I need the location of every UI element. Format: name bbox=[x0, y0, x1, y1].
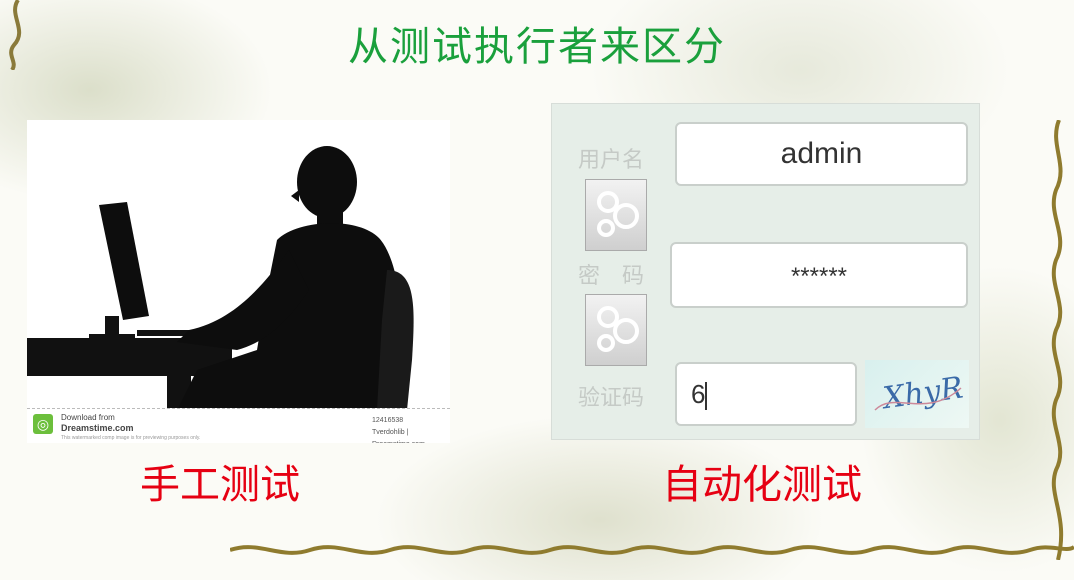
gear-button-2[interactable] bbox=[585, 294, 647, 366]
gear-button-1[interactable] bbox=[585, 179, 647, 251]
caption-manual-testing: 手工测试 bbox=[140, 462, 300, 508]
caption-automated-testing: 自动化测试 bbox=[662, 462, 862, 508]
password-label: 密 码 bbox=[578, 264, 645, 289]
slide-title: 从测试执行者来区分 bbox=[348, 24, 726, 70]
password-field[interactable]: ****** bbox=[670, 242, 968, 308]
watermark-credit: Tverdohlib | Dreamstime.com bbox=[372, 429, 425, 443]
gears-icon bbox=[597, 191, 639, 237]
captcha-distorted-text: XhyR bbox=[874, 370, 965, 417]
captcha-label: 验证码 bbox=[578, 386, 645, 411]
watermark-site: Dreamstime.com bbox=[61, 423, 134, 433]
manual-testing-photo: ◎ Download from Dreamstime.com This wate… bbox=[27, 120, 450, 443]
text-cursor bbox=[705, 382, 708, 411]
captcha-image[interactable]: XhyR bbox=[865, 360, 969, 428]
vine-decoration-bottom bbox=[230, 545, 1074, 555]
stock-watermark-bar: ◎ Download from Dreamstime.com This wate… bbox=[27, 408, 450, 443]
username-label: 用户名 bbox=[578, 148, 645, 173]
gears-icon bbox=[597, 306, 639, 352]
vine-decoration-right bbox=[1051, 120, 1064, 560]
captcha-input-value: 6 bbox=[691, 379, 706, 409]
username-field[interactable]: admin bbox=[675, 122, 968, 186]
captcha-field[interactable]: 6 bbox=[675, 362, 857, 426]
dreamstime-logo-icon: ◎ bbox=[33, 414, 53, 434]
svg-text:XhyR: XhyR bbox=[879, 370, 965, 416]
login-form-screenshot: 用户名 admin 密 码 ****** 验证码 6 XhyR bbox=[551, 103, 980, 440]
watermark-download-text: Download from bbox=[61, 413, 115, 422]
person-at-computer-silhouette bbox=[27, 146, 414, 410]
watermark-id: 12416538 bbox=[372, 417, 404, 424]
watermark-fine-print: This watermarked comp image is for previ… bbox=[61, 435, 201, 441]
